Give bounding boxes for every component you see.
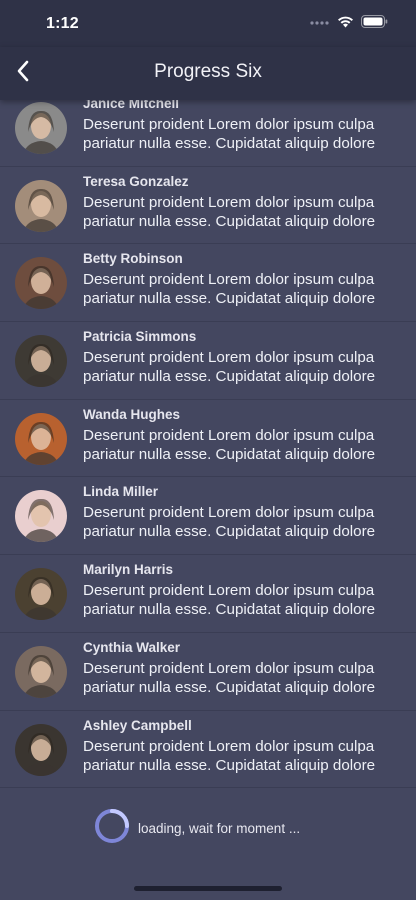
avatar [15,179,67,232]
item-message: Deserunt proident Lorem dolor ipsum culp… [83,737,416,775]
item-name: Wanda Hughes [83,406,181,422]
item-message-line: pariatur nulla esse. Cupidatat aliquip d… [83,678,376,696]
avatar [15,102,67,154]
avatar [15,412,67,465]
item-name: Betty Robinson [83,251,183,267]
item-message: Deserunt proident Lorem dolor ipsum culp… [83,503,416,541]
item-message-line: Deserunt proident Lorem dolor ipsum culp… [83,271,375,289]
avatar [15,257,67,310]
item-message-line: pariatur nulla esse. Cupidatat aliquip d… [83,756,376,774]
signal-icon [310,15,330,33]
item-message-line: pariatur nulla esse. Cupidatat aliquip d… [83,368,376,386]
status-time: 1:12 [46,14,79,32]
battery-icon [361,14,388,33]
list-item[interactable]: Marilyn Harris Deserunt proident Lorem do… [0,555,416,633]
item-message: Deserunt proident Lorem dolor ipsum culp… [83,348,416,386]
list-item[interactable]: Janice Mitchell Deserunt proident Lorem d… [0,89,416,167]
spinner-icon [94,808,130,849]
item-message: Deserunt proident Lorem dolor ipsum culp… [83,426,416,464]
item-message: Deserunt proident Lorem dolor ipsum culp… [83,581,416,619]
item-message-line: pariatur nulla esse. Cupidatat aliquip d… [83,290,376,308]
item-message-line: pariatur nulla esse. Cupidatat aliquip d… [83,523,376,541]
item-message-line: Deserunt proident Lorem dolor ipsum culp… [83,426,375,444]
item-message: Deserunt proident Lorem dolor ipsum culp… [83,270,416,308]
list-item[interactable]: Betty Robinson Deserunt proident Lorem do… [0,244,416,323]
item-message-line: pariatur nulla esse. Cupidatat aliquip d… [83,601,376,619]
avatar [15,490,67,543]
item-message: Deserunt proident Lorem dolor ipsum culp… [83,659,416,697]
avatar [15,645,67,698]
item-message: Deserunt proident Lorem dolor ipsum culp… [83,193,416,231]
status-bar: 1:12 [0,0,416,47]
item-message-line: Deserunt proident Lorem dolor ipsum culp… [83,116,375,133]
item-name: Teresa Gonzalez [83,173,189,189]
item-message-line: pariatur nulla esse. Cupidatat aliquip d… [83,135,376,152]
list-item[interactable]: Wanda Hughes Deserunt proident Lorem dolo… [0,400,416,478]
item-name: Patricia Simmons [83,329,197,345]
page-title: Progress Six [154,61,262,82]
message-list[interactable]: Janice Mitchell Deserunt proident Lorem d… [0,89,416,789]
status-icons [310,14,388,33]
item-message-line: Deserunt proident Lorem dolor ipsum culp… [83,737,375,755]
item-name: Cynthia Walker [83,639,181,655]
item-message-line: Deserunt proident Lorem dolor ipsum culp… [83,349,375,367]
avatar [15,568,67,621]
wifi-icon [337,15,354,33]
list-item[interactable]: Ashley Campbell Deserunt proident Lorem d… [0,711,416,789]
avatar [15,723,67,776]
loading-text: loading, wait for moment ... [138,821,301,836]
item-message-line: Deserunt proident Lorem dolor ipsum culp… [83,504,375,522]
loading-indicator: loading, wait for moment ... [94,808,300,849]
item-message-line: pariatur nulla esse. Cupidatat aliquip d… [83,445,376,463]
item-name: Ashley Campbell [83,717,192,733]
list-item[interactable]: Linda Miller Deserunt proident Lorem dolo… [0,477,416,556]
item-message: Deserunt proident Lorem dolor ipsum culp… [83,115,416,153]
item-name: Marilyn Harris [83,562,174,578]
avatar [15,335,67,388]
item-message-line: Deserunt proident Lorem dolor ipsum culp… [83,582,375,600]
item-message-line: Deserunt proident Lorem dolor ipsum culp… [83,193,375,211]
item-name: Linda Miller [83,484,159,500]
list-item[interactable]: Patricia Simmons Deserunt proident Lorem … [0,322,416,400]
navigation-bar: Progress Six [0,47,416,100]
list-item[interactable]: Teresa Gonzalez Deserunt proident Lorem d… [0,167,416,245]
list-item[interactable]: Cynthia Walker Deserunt proident Lorem do… [0,633,416,711]
home-indicator [134,886,282,891]
item-message-line: Deserunt proident Lorem dolor ipsum culp… [83,659,375,677]
item-message-line: pariatur nulla esse. Cupidatat aliquip d… [83,212,376,230]
